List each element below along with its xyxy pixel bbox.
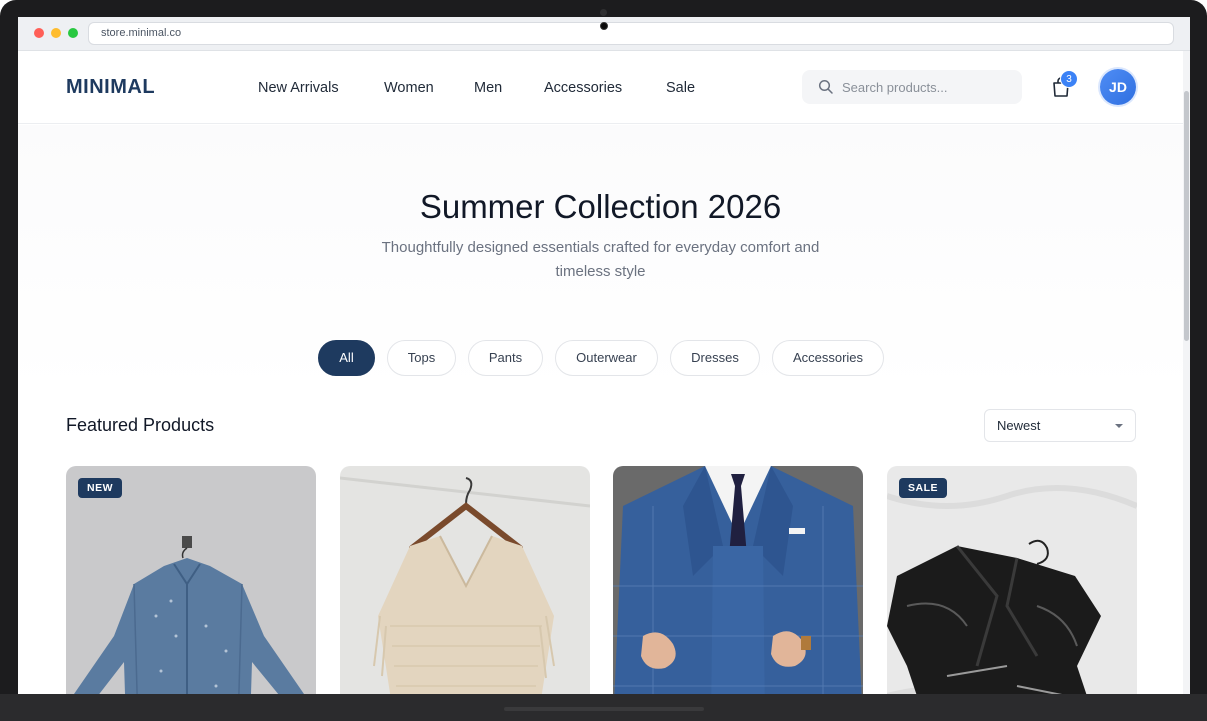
camera-sensor xyxy=(600,9,607,16)
webcam xyxy=(600,22,608,30)
product-badge-new: NEW xyxy=(78,478,122,498)
nav-men[interactable]: Men xyxy=(474,80,502,96)
search-icon xyxy=(818,79,833,94)
product-image-knit-poncho xyxy=(340,466,590,694)
category-filters: All Tops Pants Outerwear Dresses Accesso… xyxy=(18,340,1183,376)
product-image-blue-suit xyxy=(613,466,863,694)
filter-chip-pants[interactable]: Pants xyxy=(468,340,543,376)
product-badge-sale: SALE xyxy=(899,478,948,498)
chevron-down-icon xyxy=(1115,424,1123,428)
product-card-blue-suit[interactable] xyxy=(613,466,863,694)
filter-chip-all[interactable]: All xyxy=(318,340,375,376)
store-page: MINIMAL New Arrivals Women Men Accessori… xyxy=(18,51,1183,694)
user-avatar[interactable]: JD xyxy=(1100,69,1136,105)
nav-accessories[interactable]: Accessories xyxy=(544,80,622,96)
screen: store.minimal.co MINIMAL New Arrivals Wo… xyxy=(18,17,1190,694)
product-image-leather-jacket xyxy=(887,466,1137,694)
nav-women[interactable]: Women xyxy=(384,80,434,96)
filter-chip-tops[interactable]: Tops xyxy=(387,340,456,376)
site-header: MINIMAL New Arrivals Women Men Accessori… xyxy=(18,51,1183,124)
filter-chip-accessories[interactable]: Accessories xyxy=(772,340,884,376)
product-image-denim-shirt xyxy=(66,466,316,694)
nav-sale[interactable]: Sale xyxy=(666,80,695,96)
sort-select[interactable]: Newest xyxy=(984,409,1136,442)
maximize-window-button[interactable] xyxy=(68,28,78,38)
filter-chip-dresses[interactable]: Dresses xyxy=(670,340,760,376)
product-card-knit-poncho[interactable] xyxy=(340,466,590,694)
hero-title: Summer Collection 2026 xyxy=(419,188,782,225)
search-input[interactable] xyxy=(842,77,1012,97)
laptop-hinge-notch xyxy=(504,707,704,711)
section-title: Featured Products xyxy=(66,415,215,435)
product-card-denim-shirt[interactable]: NEW xyxy=(66,466,316,694)
sort-selected-value: Newest xyxy=(997,418,1041,433)
close-window-button[interactable] xyxy=(34,28,44,38)
scrollbar-thumb[interactable] xyxy=(1184,91,1189,341)
site-logo[interactable]: MINIMAL xyxy=(66,76,155,99)
page-scrollbar[interactable] xyxy=(1183,51,1190,694)
product-card-leather-jacket[interactable]: SALE xyxy=(887,466,1137,694)
minimize-window-button[interactable] xyxy=(51,28,61,38)
filter-chip-outerwear[interactable]: Outerwear xyxy=(555,340,658,376)
address-bar[interactable]: store.minimal.co xyxy=(88,22,1174,45)
nav-new-arrivals[interactable]: New Arrivals xyxy=(258,80,339,96)
search-box[interactable] xyxy=(802,70,1022,104)
cart-count-badge: 3 xyxy=(1060,70,1078,88)
hero-subtitle: Thoughtfully designed essentials crafted… xyxy=(381,239,820,280)
